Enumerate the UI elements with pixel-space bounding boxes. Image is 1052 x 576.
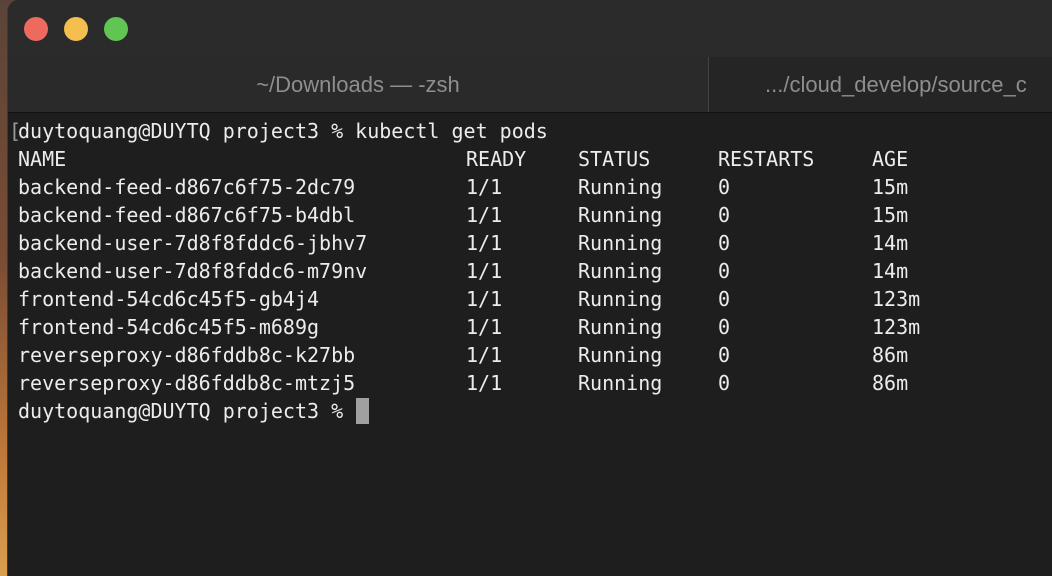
tab-cloud-develop[interactable]: .../cloud_develop/source_c bbox=[708, 57, 1052, 112]
pod-age: 123m bbox=[872, 315, 921, 339]
pod-name: backend-user-7d8f8fddc6-jbhv7 bbox=[18, 231, 368, 255]
table-row: frontend-54cd6c45f5-gb4j4 1/1 Running 0 … bbox=[18, 285, 920, 313]
pod-age: 123m bbox=[872, 287, 921, 311]
terminal-output[interactable]: [ duytoquang@DUYTQ project3 % kubectl ge… bbox=[8, 113, 1052, 576]
pod-ready: 1/1 bbox=[466, 287, 503, 311]
pod-restarts: 0 bbox=[718, 371, 731, 395]
pod-ready: 1/1 bbox=[466, 175, 503, 199]
pod-age: 15m bbox=[872, 175, 909, 199]
command-text: kubectl get pods bbox=[355, 119, 548, 143]
table-header-row: NAME READY STATUS RESTARTS AGE bbox=[18, 145, 908, 173]
header-status: STATUS bbox=[578, 147, 651, 171]
pod-restarts: 0 bbox=[718, 315, 731, 339]
input-line[interactable]: duytoquang@DUYTQ project3 % bbox=[18, 397, 370, 425]
pod-ready: 1/1 bbox=[466, 259, 503, 283]
pod-name: backend-user-7d8f8fddc6-m79nv bbox=[18, 259, 368, 283]
command-line: duytoquang@DUYTQ project3 % kubectl get … bbox=[18, 117, 548, 145]
pod-restarts: 0 bbox=[718, 343, 731, 367]
pod-name: reverseproxy-d86fddb8c-k27bb bbox=[18, 343, 356, 367]
pod-status: Running bbox=[578, 315, 663, 339]
pod-ready: 1/1 bbox=[466, 315, 503, 339]
pod-restarts: 0 bbox=[718, 231, 731, 255]
pod-ready: 1/1 bbox=[466, 371, 503, 395]
pod-age: 86m bbox=[872, 343, 909, 367]
zoom-window-icon[interactable] bbox=[104, 17, 128, 41]
pod-age: 14m bbox=[872, 231, 909, 255]
table-row: backend-feed-d867c6f75-2dc79 1/1 Running… bbox=[18, 173, 908, 201]
pod-name: frontend-54cd6c45f5-gb4j4 bbox=[18, 287, 320, 311]
pod-status: Running bbox=[578, 175, 663, 199]
tab-bar: ~/Downloads — -zsh .../cloud_develop/sou… bbox=[8, 57, 1052, 113]
pod-restarts: 0 bbox=[718, 175, 731, 199]
pod-age: 14m bbox=[872, 259, 909, 283]
table-row: backend-user-7d8f8fddc6-jbhv7 1/1 Runnin… bbox=[18, 229, 908, 257]
pod-age: 15m bbox=[872, 203, 909, 227]
pod-status: Running bbox=[578, 203, 663, 227]
header-restarts: RESTARTS bbox=[718, 147, 815, 171]
pod-ready: 1/1 bbox=[466, 231, 503, 255]
table-row: frontend-54cd6c45f5-m689g 1/1 Running 0 … bbox=[18, 313, 920, 341]
title-bar[interactable] bbox=[8, 0, 1052, 58]
table-row: reverseproxy-d86fddb8c-k27bb 1/1 Running… bbox=[18, 341, 908, 369]
pod-age: 86m bbox=[872, 371, 909, 395]
header-ready: READY bbox=[466, 147, 527, 171]
tab-downloads-zsh[interactable]: ~/Downloads — -zsh bbox=[8, 57, 708, 112]
pod-status: Running bbox=[578, 259, 663, 283]
pod-restarts: 0 bbox=[718, 259, 731, 283]
prompt-text: duytoquang@DUYTQ project3 % bbox=[18, 399, 356, 423]
pod-name: reverseproxy-d86fddb8c-mtzj5 bbox=[18, 371, 356, 395]
pod-status: Running bbox=[578, 371, 663, 395]
pod-restarts: 0 bbox=[718, 203, 731, 227]
pod-restarts: 0 bbox=[718, 287, 731, 311]
header-age: AGE bbox=[872, 147, 909, 171]
table-row: reverseproxy-d86fddb8c-mtzj5 1/1 Running… bbox=[18, 369, 908, 397]
pod-name: backend-feed-d867c6f75-2dc79 bbox=[18, 175, 356, 199]
close-window-icon[interactable] bbox=[24, 17, 48, 41]
table-row: backend-user-7d8f8fddc6-m79nv 1/1 Runnin… bbox=[18, 257, 908, 285]
pod-status: Running bbox=[578, 231, 663, 255]
pod-status: Running bbox=[578, 343, 663, 367]
table-row: backend-feed-d867c6f75-b4dbl 1/1 Running… bbox=[18, 201, 908, 229]
header-name: NAME bbox=[18, 147, 67, 171]
pod-name: frontend-54cd6c45f5-m689g bbox=[18, 315, 320, 339]
pod-ready: 1/1 bbox=[466, 343, 503, 367]
minimize-window-icon[interactable] bbox=[64, 17, 88, 41]
terminal-window: ~/Downloads — -zsh .../cloud_develop/sou… bbox=[8, 0, 1052, 576]
pod-ready: 1/1 bbox=[466, 203, 503, 227]
pod-status: Running bbox=[578, 287, 663, 311]
pod-name: backend-feed-d867c6f75-b4dbl bbox=[18, 203, 356, 227]
text-cursor bbox=[356, 398, 370, 424]
prompt-text: duytoquang@DUYTQ project3 % bbox=[18, 119, 356, 143]
